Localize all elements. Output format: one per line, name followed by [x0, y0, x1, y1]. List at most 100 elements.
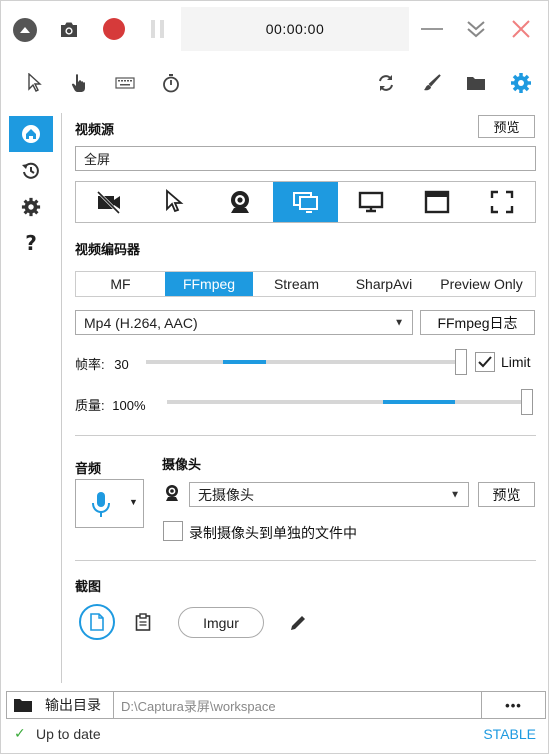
settings-button[interactable] — [509, 71, 533, 95]
divider — [75, 435, 536, 436]
title-bar: 00:00:00 — [1, 1, 549, 57]
source-screen[interactable] — [338, 182, 404, 222]
close-button[interactable] — [508, 16, 534, 42]
multi-monitor-icon — [292, 192, 318, 213]
save-to-disk-button[interactable] — [79, 604, 115, 640]
clipboard-icon — [135, 613, 151, 631]
webcam-label: 摄像头 — [162, 457, 202, 472]
pause-button[interactable] — [147, 18, 169, 40]
quality-slider-fill — [383, 400, 455, 404]
video-source-selector — [75, 181, 536, 223]
refresh-button[interactable] — [374, 71, 398, 95]
cursor-icon — [166, 189, 184, 213]
tab-mf[interactable]: MF — [76, 272, 165, 296]
captura-window: 00:00:00 ? 视频源 预览 全屏 视频编码器 MF FFmpeg Str… — [0, 0, 549, 754]
sidebar-item-settings[interactable] — [9, 189, 53, 225]
sidebar-item-home[interactable] — [9, 116, 53, 152]
output-browse-button[interactable]: ••• — [482, 692, 545, 718]
source-no-video[interactable] — [76, 182, 142, 222]
audio-source-button[interactable]: ▼ — [75, 479, 144, 528]
webcam-select[interactable]: 无摄像头 ▼ — [189, 482, 469, 507]
timer-display: 00:00:00 — [181, 7, 409, 51]
cursor-toggle[interactable] — [23, 71, 47, 95]
home-icon — [22, 125, 40, 143]
codec-select[interactable]: Mp4 (H.264, AAC) ▼ — [75, 310, 413, 335]
hand-pointer-icon — [71, 74, 85, 92]
webcam-preview-button[interactable]: 预览 — [478, 482, 535, 507]
framerate-label-text: 帧率: — [75, 357, 105, 372]
framerate-slider-thumb[interactable] — [455, 349, 467, 375]
checkmark-icon — [478, 356, 492, 368]
chevron-up-icon — [20, 27, 30, 33]
history-icon — [22, 162, 39, 179]
tab-sharpavi[interactable]: SharpAvi — [340, 272, 428, 296]
sidebar-item-help[interactable]: ? — [9, 225, 53, 261]
imgur-button[interactable]: Imgur — [178, 607, 264, 638]
divider — [75, 560, 536, 561]
minimize-button[interactable] — [419, 18, 445, 40]
record-button[interactable] — [103, 18, 125, 40]
microphone-icon — [92, 492, 110, 517]
pause-icon — [151, 20, 164, 38]
quality-slider-thumb[interactable] — [521, 389, 533, 415]
options-toolbar — [1, 63, 549, 103]
clicks-toggle[interactable] — [67, 71, 91, 95]
collapse-button[interactable] — [13, 18, 37, 42]
audio-label: 音频 — [75, 461, 102, 476]
tab-ffmpeg[interactable]: FFmpeg — [165, 272, 253, 296]
editor-button[interactable] — [287, 612, 309, 634]
refresh-icon — [379, 75, 393, 91]
window-icon — [424, 190, 449, 214]
pencil-icon — [291, 616, 305, 630]
framerate-value: 30 — [114, 357, 129, 372]
limit-checkbox[interactable] — [475, 352, 495, 372]
source-fullscreen[interactable] — [272, 182, 339, 222]
check-icon: ✓ — [14, 725, 26, 741]
quality-value: 100% — [112, 398, 146, 413]
chevron-down-icon: ▼ — [394, 317, 404, 328]
source-crop-region[interactable] — [469, 182, 535, 222]
quality-slider[interactable] — [167, 400, 523, 404]
sidebar-item-history[interactable] — [9, 153, 53, 189]
folder-button[interactable] — [464, 71, 488, 95]
source-webcam[interactable] — [207, 182, 273, 222]
folder-icon — [14, 699, 32, 712]
quality-label: 质量: 100% — [75, 395, 146, 414]
source-preview-button[interactable]: 预览 — [478, 115, 535, 138]
sidebar: ? — [1, 113, 62, 683]
close-icon — [512, 20, 530, 38]
framerate-slider[interactable] — [146, 360, 462, 364]
video-source-field[interactable]: 全屏 — [75, 146, 536, 171]
brush-icon — [424, 74, 441, 91]
codec-value: Mp4 (H.264, AAC) — [84, 314, 198, 331]
expand-button[interactable] — [463, 16, 489, 42]
screenshot-button[interactable] — [57, 17, 81, 41]
clipboard-button[interactable] — [132, 611, 154, 633]
separate-file-checkbox[interactable] — [163, 521, 183, 541]
tab-preview-only[interactable]: Preview Only — [428, 272, 535, 296]
brush-button[interactable] — [420, 71, 444, 95]
release-channel[interactable]: STABLE — [483, 726, 536, 742]
double-chevron-down-icon — [467, 21, 485, 38]
cursor-icon — [28, 73, 42, 92]
gear-icon — [21, 197, 41, 217]
source-region[interactable] — [142, 182, 208, 222]
monitor-icon — [358, 191, 384, 213]
framerate-slider-fill — [223, 360, 266, 364]
timer-toggle[interactable] — [159, 71, 183, 95]
status-text: Up to date — [36, 726, 101, 742]
status-bar: ✓ Up to date STABLE — [1, 721, 549, 747]
output-label: 输出目录 — [45, 697, 101, 713]
ffmpeg-log-button[interactable]: FFmpeg日志 — [420, 310, 535, 335]
main-panel: 视频源 预览 全屏 视频编码器 MF FFmpeg Stream SharpAv… — [62, 113, 549, 683]
webcam-value: 无摄像头 — [198, 486, 254, 503]
framerate-label: 帧率: 30 — [75, 354, 129, 373]
source-window[interactable] — [404, 182, 470, 222]
camera-icon — [61, 22, 77, 37]
video-encoder-label: 视频编码器 — [75, 242, 141, 257]
gear-icon — [511, 73, 531, 93]
tab-stream[interactable]: Stream — [253, 272, 340, 296]
output-folder-button[interactable]: 输出目录 — [7, 692, 114, 718]
output-path-field[interactable]: D:\Captura录屏\workspace — [114, 692, 482, 718]
keystrokes-toggle[interactable] — [113, 71, 137, 95]
